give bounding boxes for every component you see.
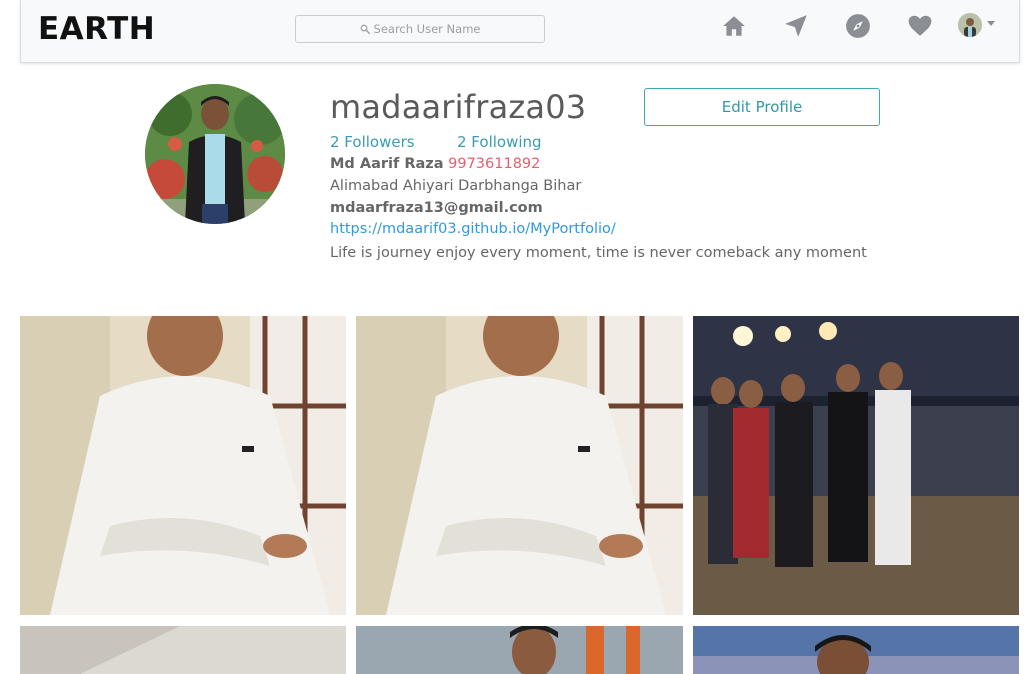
post-photo-4[interactable] xyxy=(20,626,346,674)
name-phone-line: Md Aarif Raza 9973611892 xyxy=(330,156,540,172)
explore-icon[interactable] xyxy=(845,13,871,39)
post-photo-3[interactable] xyxy=(693,316,1019,615)
edit-profile-button[interactable]: Edit Profile xyxy=(644,88,880,126)
home-icon[interactable] xyxy=(721,13,747,39)
bio-text: Life is journey enjoy every moment, time… xyxy=(330,245,867,261)
post-photo-2[interactable] xyxy=(356,316,683,615)
post-photo-5[interactable] xyxy=(356,626,683,674)
heart-icon[interactable] xyxy=(907,13,933,39)
following-link[interactable]: 2 Following xyxy=(457,133,542,151)
website-link[interactable]: https://mdaarif03.github.io/MyPortfolio/ xyxy=(330,221,616,237)
post-photo-6[interactable] xyxy=(693,626,1019,674)
send-icon[interactable] xyxy=(783,13,809,39)
brand-logo[interactable]: EARTH xyxy=(38,11,155,47)
full-name: Md Aarif Raza xyxy=(330,156,444,172)
address-text: Alimabad Ahiyari Darbhanga Bihar xyxy=(330,178,582,194)
search-placeholder: Search User Name xyxy=(373,22,481,36)
followers-link[interactable]: 2 Followers xyxy=(330,133,415,151)
phone-number: 9973611892 xyxy=(448,156,541,172)
email-text: mdaarfraza13@gmail.com xyxy=(330,200,543,216)
search-icon xyxy=(360,24,370,34)
profile-username: madaarifraza03 xyxy=(330,88,587,126)
search-input[interactable]: Search User Name xyxy=(295,15,545,43)
chevron-down-icon[interactable] xyxy=(987,21,995,26)
post-photo-1[interactable] xyxy=(20,316,346,615)
profile-avatar xyxy=(145,84,285,224)
profile-avatar-icon[interactable] xyxy=(958,13,982,37)
top-navbar: EARTH Search User Name xyxy=(20,0,1020,63)
